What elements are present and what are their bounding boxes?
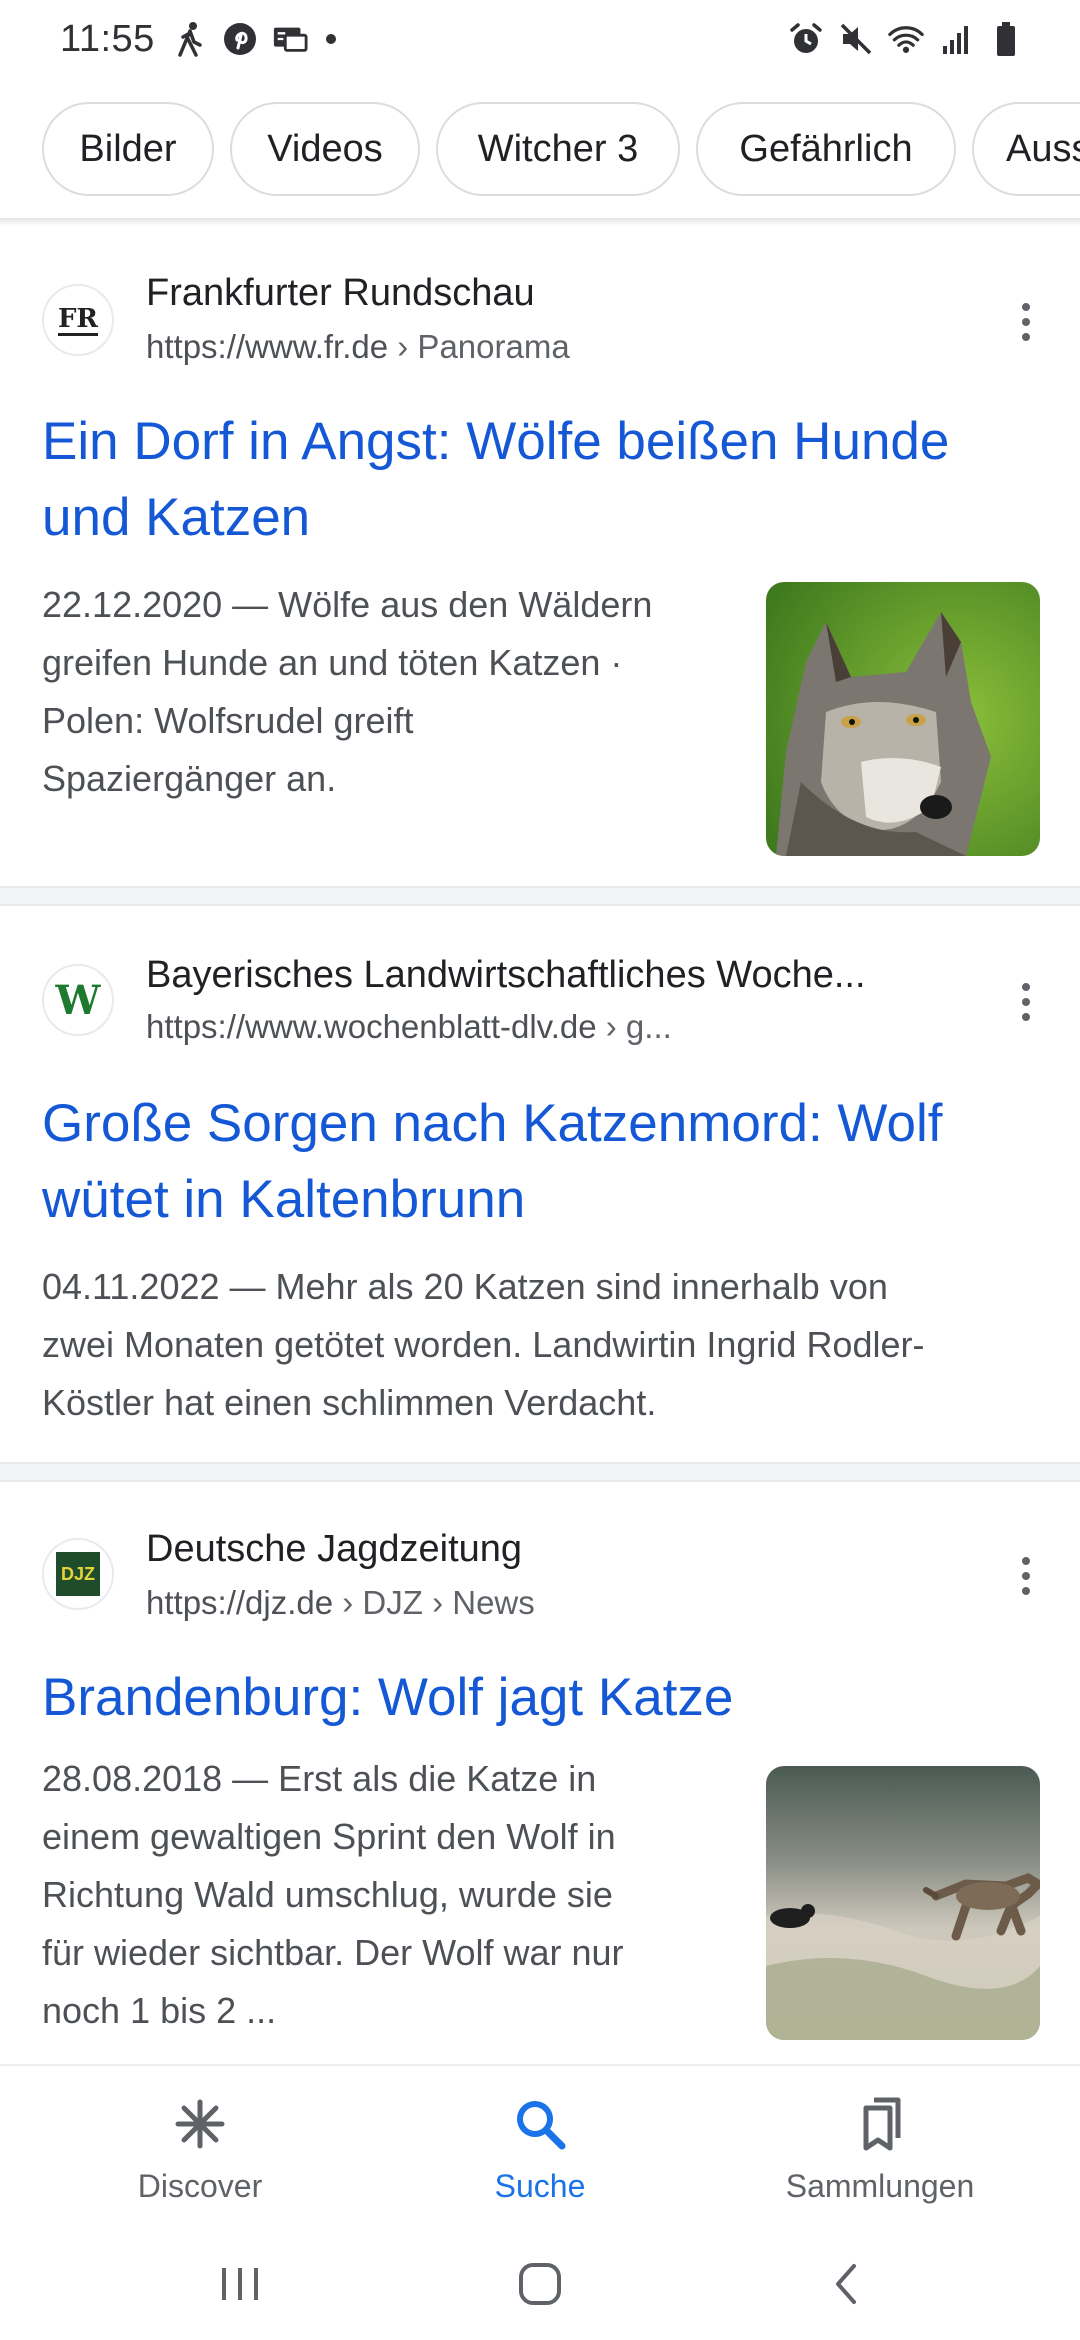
result-title-link[interactable]: Große Sorgen nach Katzenmord: Wolf wütet… (42, 1086, 942, 1238)
result-snippet: 04.11.2022 — Mehr als 20 Katzen sind inn… (42, 1266, 925, 1423)
nav-collections[interactable]: Sammlungen (730, 2094, 1030, 2205)
system-navigation-bar (0, 2224, 1080, 2340)
nav-search[interactable]: Suche (390, 2094, 690, 2205)
chip-gefaehrlich[interactable]: Gefährlich (696, 102, 956, 196)
back-icon (836, 2264, 856, 2304)
result-snippet: 28.08.2018 — Erst als die Katze in einem… (42, 1758, 624, 2031)
result-site-name: Frankfurter Rundschau (146, 272, 535, 314)
result-separator (0, 1462, 1080, 1482)
mute-icon (838, 20, 874, 58)
signal-icon (938, 20, 974, 58)
result-url[interactable]: https://djz.de › DJZ › News (146, 1584, 535, 1622)
status-time: 11:55 (60, 18, 155, 60)
nav-discover-label: Discover (137, 2168, 263, 2204)
collections-icon (863, 2097, 901, 2151)
result-thumbnail-wolf[interactable] (766, 582, 1040, 856)
home-button[interactable] (500, 2254, 580, 2314)
search-icon (517, 2101, 566, 2150)
cast-icon (272, 20, 308, 58)
favicon-frankfurter-rundschau: FR (42, 284, 114, 356)
result-site-name: Deutsche Jagdzeitung (146, 1528, 523, 1570)
chip-bilder[interactable]: Bilder (42, 102, 214, 196)
nav-collections-label: Sammlungen (785, 2168, 975, 2204)
result-url[interactable]: https://www.wochenblatt-dlv.de › g... (146, 1008, 672, 1046)
alarm-icon (788, 20, 824, 58)
chips-shadow (0, 218, 1080, 226)
more-options-button[interactable] (996, 1540, 1056, 1612)
back-button[interactable] (806, 2254, 886, 2314)
result-title-link[interactable]: Ein Dorf in Angst: Wölfe beißen Hunde un… (42, 404, 949, 556)
result-snippet: 22.12.2020 — Wölfe aus den Wäldern greif… (42, 584, 653, 799)
status-notification-icons (172, 20, 336, 58)
nav-discover[interactable]: Discover (50, 2094, 350, 2205)
nav-search-label: Suche (494, 2168, 586, 2204)
chip-videos[interactable]: Videos (230, 102, 420, 196)
chip-auss[interactable]: Auss (972, 102, 1080, 196)
search-result: W Bayerisches Landwirtschaftliches Woche… (0, 906, 1080, 1462)
result-site-name: Bayerisches Landwirtschaftliches Woche..… (146, 954, 866, 996)
result-thumbnail-wolf-chasing-cat[interactable] (766, 1766, 1040, 2040)
bottom-navigation: Discover Suche Sammlungen (0, 2064, 1080, 2224)
favicon-djz: DJZ (42, 1538, 114, 1610)
recent-apps-icon (222, 2268, 258, 2300)
asterisk-icon (175, 2099, 225, 2149)
battery-icon (988, 20, 1024, 58)
walking-icon (172, 20, 208, 58)
status-bar: 11:55 (0, 0, 1080, 86)
chip-witcher-3[interactable]: Witcher 3 (436, 102, 680, 196)
favicon-wochenblatt: W (42, 964, 114, 1036)
search-result: DJZ Deutsche Jagdzeitung https://djz.de … (0, 1482, 1080, 2064)
result-title-link[interactable]: Brandenburg: Wolf jagt Katze (42, 1660, 733, 1736)
wifi-icon (888, 20, 924, 58)
result-separator (0, 886, 1080, 906)
pinterest-icon (222, 20, 258, 58)
result-url[interactable]: https://www.fr.de › Panorama (146, 328, 570, 366)
more-options-button[interactable] (996, 286, 1056, 358)
recent-apps-button[interactable] (200, 2254, 280, 2314)
more-notifications-dot (326, 34, 336, 44)
search-result: FR Frankfurter Rundschau https://www.fr.… (0, 226, 1080, 886)
more-options-button[interactable] (996, 966, 1056, 1038)
home-icon (519, 2263, 561, 2305)
status-system-icons (788, 20, 1024, 58)
filter-chips: Bilder Videos Witcher 3 Gefährlich Auss (0, 100, 1080, 200)
